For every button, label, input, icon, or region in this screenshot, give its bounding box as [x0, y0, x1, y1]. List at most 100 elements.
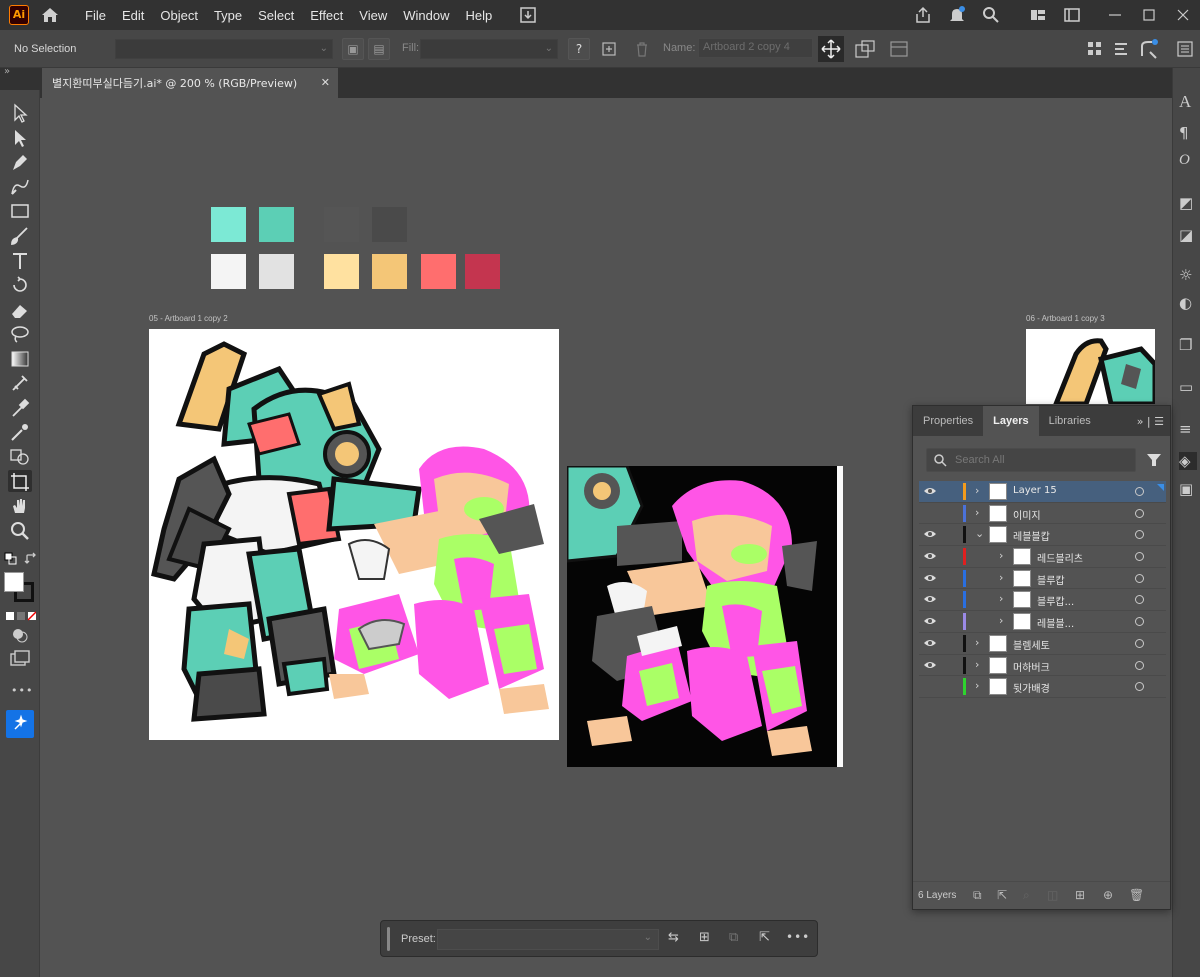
edit-toolbar-icon[interactable]: •••	[11, 684, 33, 697]
artboard-options-icon[interactable]	[854, 39, 876, 59]
home-icon[interactable]	[39, 4, 61, 26]
color-swatch[interactable]	[372, 207, 407, 242]
chevron-right-icon[interactable]: ›	[999, 614, 1003, 627]
artboard-06[interactable]	[1026, 329, 1155, 404]
delete-layer-icon[interactable]: 🗑	[1129, 888, 1144, 902]
target-circle-icon[interactable]	[1135, 573, 1144, 583]
duplicate-artboard-icon[interactable]: ⧉	[729, 930, 747, 948]
chevron-right-icon[interactable]: ›	[975, 484, 979, 497]
visibility-eye-icon[interactable]	[923, 486, 937, 496]
chevron-down-icon[interactable]: ⌄	[975, 527, 984, 540]
new-layer-icon[interactable]: ⊕	[1103, 888, 1117, 902]
layer-search-input[interactable]: Search All	[926, 448, 1136, 472]
chevron-right-icon[interactable]: ›	[975, 679, 979, 692]
color-swatch[interactable]	[324, 207, 359, 242]
layer-row[interactable]: › 블렘세토	[919, 633, 1166, 655]
chevron-right-icon[interactable]: ›	[975, 658, 979, 671]
collect-export-icon[interactable]: ⧉	[973, 888, 987, 902]
share-icon[interactable]	[913, 5, 933, 25]
live-paint-tool-icon[interactable]	[8, 446, 32, 468]
layer-row[interactable]: › 뒷가배경	[919, 676, 1166, 698]
gradient-tool-icon[interactable]	[8, 348, 32, 370]
color-swatch[interactable]	[372, 254, 407, 289]
transparency-icon[interactable]: ◐	[1179, 294, 1197, 312]
search-icon[interactable]	[981, 5, 1001, 25]
blend-tool-icon[interactable]	[8, 421, 32, 443]
layer-row[interactable]: › 머하버크	[919, 655, 1166, 677]
placed-reference-image[interactable]	[567, 466, 843, 767]
align-objects-icon[interactable]	[1086, 40, 1104, 58]
export-icon[interactable]: ⇱	[997, 888, 1011, 902]
pen-tool-icon[interactable]	[8, 151, 32, 173]
visibility-toggle[interactable]	[923, 508, 937, 518]
rearrange-artboards-icon[interactable]	[888, 39, 910, 59]
menu-help[interactable]: Help	[457, 8, 500, 23]
tab-libraries[interactable]: Libraries	[1039, 406, 1101, 436]
comments-icon[interactable]: ▭	[1179, 378, 1197, 396]
layer-row[interactable]: › 레드블리츠	[919, 546, 1166, 568]
properties-panel-icon[interactable]: ≡	[1179, 420, 1197, 438]
preset-dropdown[interactable]: ⌄	[437, 929, 659, 950]
locate-object-icon[interactable]: ⌕	[1023, 888, 1037, 902]
artboard-tool-icon[interactable]	[8, 470, 32, 492]
layer-row[interactable]: › 블루캅...	[919, 589, 1166, 612]
artboard-name-field[interactable]: Artboard 2 copy 4	[698, 38, 813, 58]
swap-colors-icon[interactable]	[24, 552, 38, 566]
eraser-tool-icon[interactable]	[8, 299, 32, 321]
workspace-icon[interactable]	[1062, 5, 1082, 25]
target-circle-icon[interactable]	[1135, 508, 1144, 518]
curvature-tool-icon[interactable]	[8, 176, 32, 198]
artboard-label-05[interactable]: 05 - Artboard 1 copy 2	[149, 314, 228, 323]
close-tab-icon[interactable]: ✕	[321, 76, 330, 89]
chevron-right-icon[interactable]: ›	[999, 592, 1003, 605]
rectangle-tool-icon[interactable]	[8, 200, 32, 222]
color-swatch[interactable]	[324, 254, 359, 289]
shape-builder-tool-icon[interactable]	[8, 372, 32, 394]
delete-artboard-icon[interactable]	[633, 40, 651, 58]
menu-view[interactable]: View	[351, 8, 395, 23]
draw-mode-icon[interactable]	[8, 624, 32, 646]
add-artboard-icon[interactable]	[600, 40, 618, 58]
color-swatch[interactable]	[465, 254, 500, 289]
collapse-toolbar-icon[interactable]: »	[4, 66, 10, 77]
character-icon[interactable]: A	[1179, 92, 1197, 111]
libraries-panel-icon[interactable]: ▣	[1179, 480, 1197, 498]
chevron-right-icon[interactable]: ›	[975, 506, 979, 519]
align-icon[interactable]: ▣	[342, 38, 364, 60]
export-artboard-icon[interactable]: ⇱	[759, 930, 777, 948]
menu-select[interactable]: Select	[250, 8, 302, 23]
document-tab[interactable]: 별지환띠부실다듬기.ai* @ 200 % (RGB/Preview) ✕	[42, 68, 338, 98]
layer-row[interactable]: ⌄ 레블블캅	[919, 524, 1166, 547]
paintbrush-tool-icon[interactable]	[8, 225, 32, 247]
menu-object[interactable]: Object	[152, 8, 206, 23]
share-screen-icon[interactable]	[518, 5, 538, 25]
type-tool-icon[interactable]	[8, 250, 32, 272]
visibility-eye-icon[interactable]	[923, 660, 937, 670]
color-swatch[interactable]	[259, 207, 294, 242]
visibility-eye-icon[interactable]	[923, 551, 937, 561]
opentype-icon[interactable]: O	[1179, 152, 1197, 170]
visibility-eye-icon[interactable]	[923, 638, 937, 648]
more-options-icon[interactable]: •••	[786, 930, 809, 948]
tab-layers[interactable]: Layers	[983, 406, 1039, 436]
transform-icon[interactable]: ▤	[368, 38, 390, 60]
eyedropper-tool-icon[interactable]	[8, 397, 32, 419]
target-circle-icon[interactable]	[1135, 552, 1144, 562]
layer-row[interactable]: › Layer 15	[919, 481, 1166, 503]
visibility-toggle[interactable]	[923, 681, 937, 691]
target-circle-icon[interactable]	[1135, 617, 1144, 627]
menu-file[interactable]: File	[77, 8, 114, 23]
generative-ai-icon[interactable]	[6, 710, 34, 738]
color-swatch[interactable]	[259, 254, 294, 289]
color-swatch[interactable]	[211, 254, 246, 289]
direct-selection-tool-icon[interactable]	[8, 127, 32, 149]
target-circle-icon[interactable]	[1135, 660, 1144, 670]
color-mode-icons[interactable]	[6, 610, 37, 621]
visibility-eye-icon[interactable]	[923, 594, 937, 604]
rotate-tool-icon[interactable]	[8, 274, 32, 296]
chevron-right-icon[interactable]: ›	[975, 636, 979, 649]
puppet-warp-icon[interactable]	[1138, 38, 1162, 60]
shape-icon[interactable]: ◩	[1179, 194, 1197, 212]
lasso-tool-icon[interactable]	[8, 323, 32, 345]
target-circle-icon[interactable]	[1135, 682, 1144, 692]
